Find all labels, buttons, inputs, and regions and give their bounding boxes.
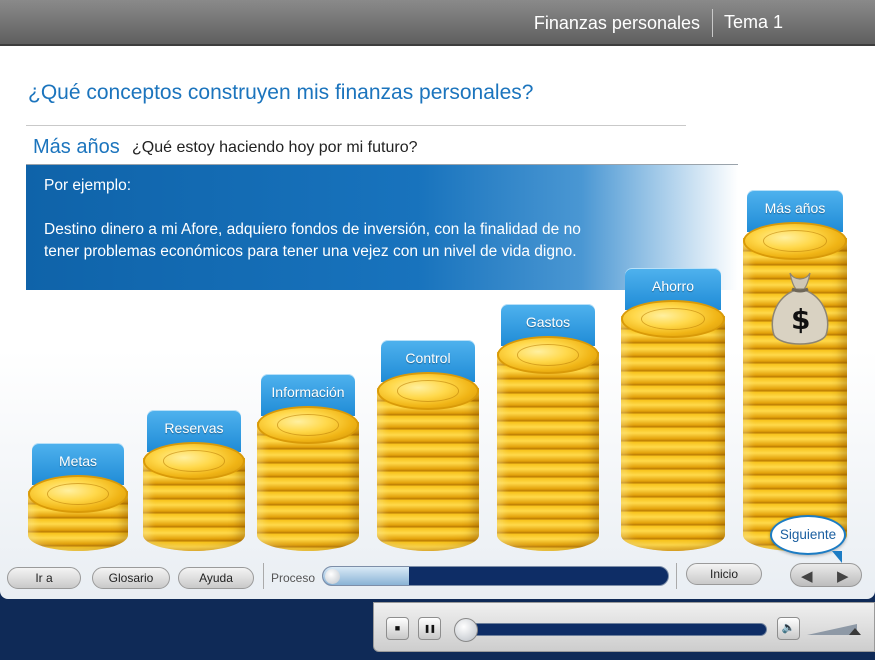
media-player: ■ ❚❚ 🔈 bbox=[373, 602, 875, 652]
navigation-arrows: ◀ ▶ bbox=[790, 563, 862, 587]
coin-rim bbox=[763, 230, 827, 252]
example-text: Destino dinero a mi Afore, adquiero fond… bbox=[44, 221, 581, 260]
media-knob[interactable] bbox=[454, 618, 478, 642]
section-label: Más años bbox=[33, 136, 120, 158]
ir-a-button[interactable]: Ir a bbox=[7, 567, 81, 589]
glosario-button[interactable]: Glosario bbox=[92, 567, 170, 589]
example-heading: Por ejemplo: bbox=[44, 177, 132, 194]
coin-rim bbox=[47, 483, 109, 505]
coin-icon bbox=[143, 442, 245, 480]
coin-icon bbox=[621, 300, 725, 338]
coin-stack-body bbox=[497, 352, 599, 551]
coin-rim bbox=[276, 414, 340, 436]
volume-slider[interactable] bbox=[807, 622, 862, 636]
speaker-icon[interactable]: 🔈 bbox=[777, 617, 800, 640]
coin-rim bbox=[516, 344, 580, 366]
prev-arrow-icon[interactable]: ◀ bbox=[801, 567, 813, 585]
course-title: Finanzas personales bbox=[533, 13, 700, 33]
section-question: ¿Qué estoy haciendo hoy por mi futuro? bbox=[132, 139, 418, 156]
money-bag-icon: $ bbox=[771, 272, 829, 345]
siguiente-button[interactable]: Siguiente bbox=[770, 515, 846, 563]
coin-icon bbox=[497, 336, 599, 374]
progress-bar[interactable] bbox=[322, 566, 669, 586]
page-title: ¿Qué conceptos construyen mis finanzas p… bbox=[28, 81, 534, 104]
pause-icon[interactable]: ❚❚ bbox=[418, 617, 441, 640]
topic-label: Tema 1 bbox=[724, 12, 784, 32]
title-divider bbox=[26, 125, 686, 126]
stop-icon[interactable]: ■ bbox=[386, 617, 409, 640]
controls-divider bbox=[263, 563, 264, 589]
next-arrow-icon[interactable]: ▶ bbox=[837, 567, 849, 585]
progress-knob[interactable] bbox=[325, 569, 340, 584]
coin-icon bbox=[257, 406, 359, 444]
proceso-label: Proceso bbox=[271, 571, 316, 585]
coin-rim bbox=[396, 380, 460, 402]
ayuda-button[interactable]: Ayuda bbox=[178, 567, 254, 589]
header-divider bbox=[712, 9, 713, 37]
inicio-button[interactable]: Inicio bbox=[686, 563, 762, 585]
coin-stack-body bbox=[377, 388, 479, 551]
coin-rim bbox=[162, 450, 226, 472]
media-track[interactable] bbox=[457, 623, 767, 636]
top-header: Finanzas personales Tema 1 bbox=[0, 0, 875, 46]
coin-stack-body bbox=[621, 316, 725, 551]
coin-icon bbox=[743, 222, 847, 260]
controls-divider-right bbox=[676, 563, 677, 589]
svg-text:$: $ bbox=[791, 303, 810, 336]
coin-icon bbox=[28, 475, 128, 513]
coin-rim bbox=[641, 308, 705, 330]
coin-icon bbox=[377, 372, 479, 410]
content-panel: ¿Qué conceptos construyen mis finanzas p… bbox=[0, 46, 875, 599]
